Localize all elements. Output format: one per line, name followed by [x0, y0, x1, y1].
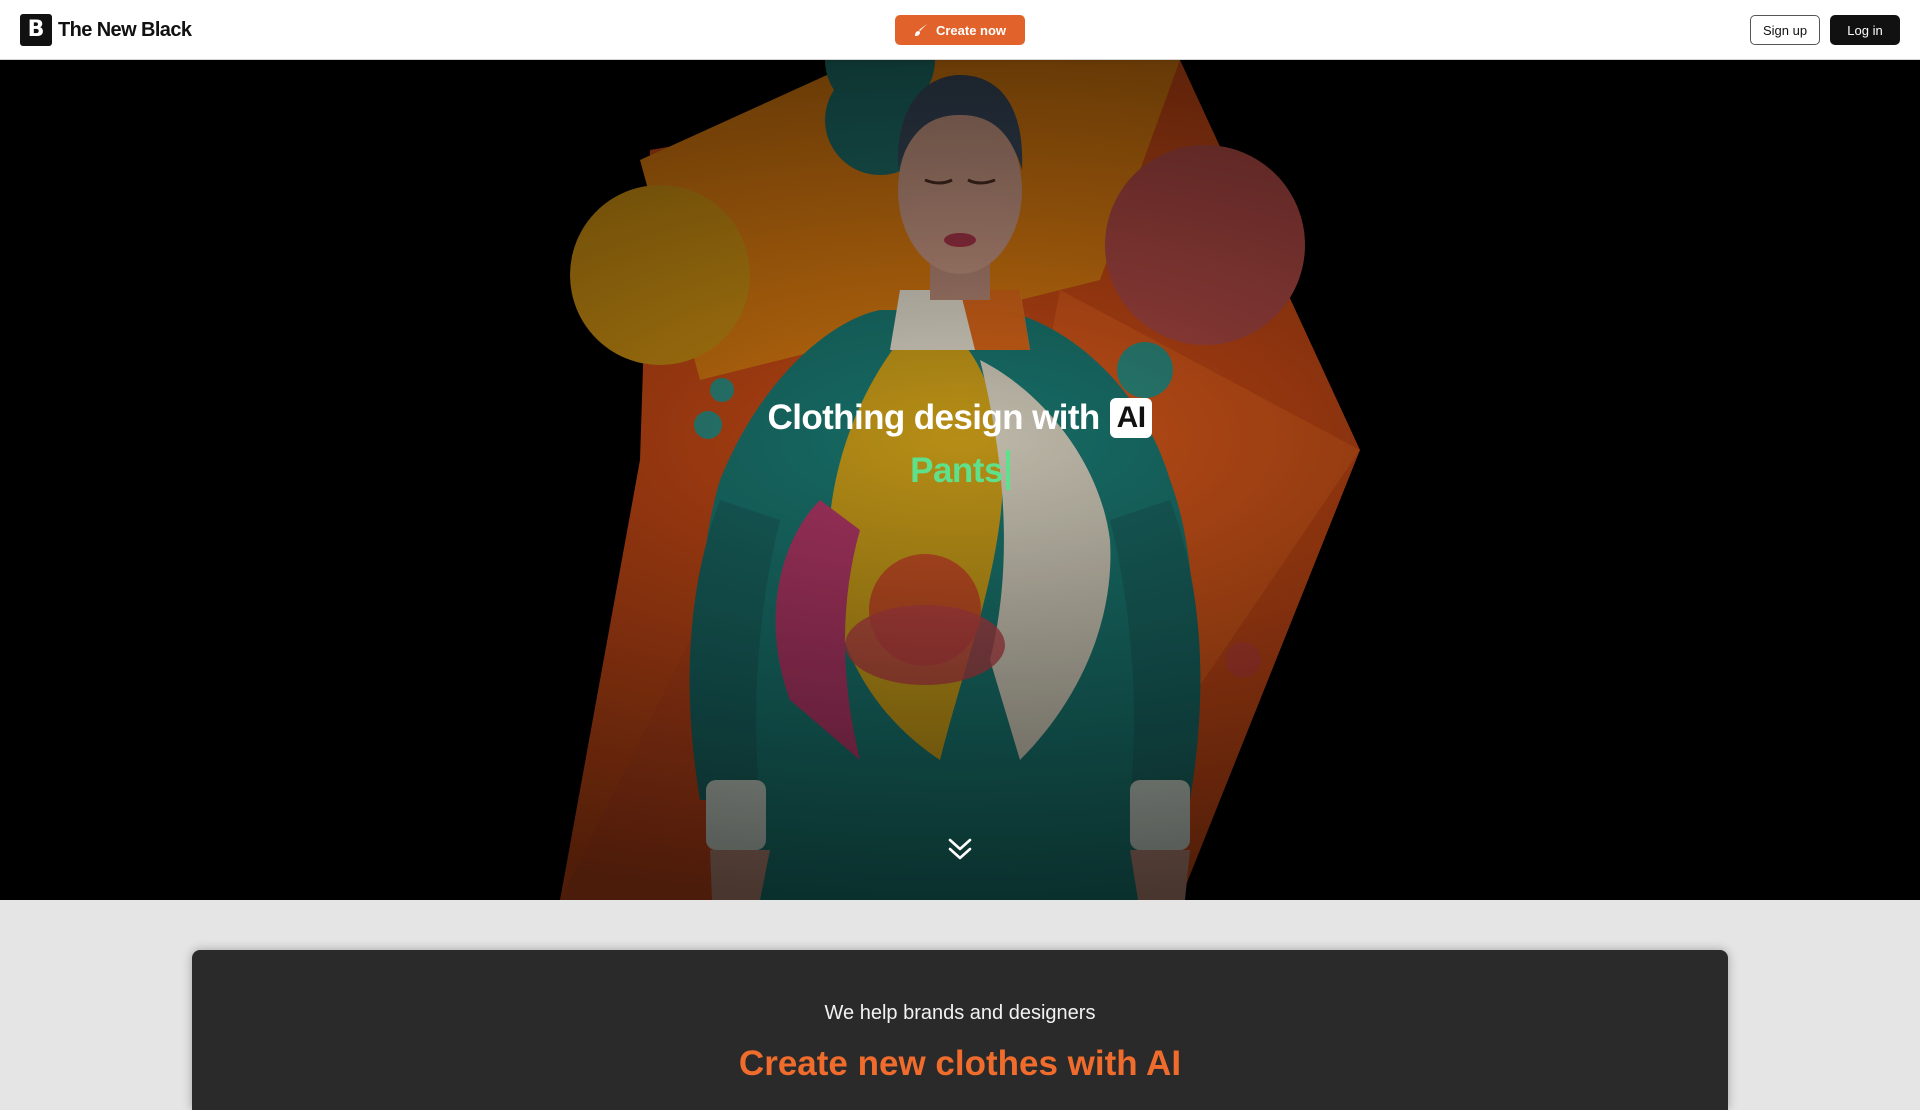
logo-icon: B [20, 14, 52, 46]
hero-title-text: Clothing design with [767, 398, 1101, 437]
sign-up-button[interactable]: Sign up [1750, 15, 1820, 45]
hero-section: Clothing design with AI Pants [0, 60, 1920, 900]
ai-badge: AI [1109, 398, 1153, 438]
intro-subtitle: We help brands and designers [824, 1002, 1096, 1024]
top-nav: B The New Black Create now Sign up Log i… [0, 0, 1920, 60]
intro-title: Create new clothes with AI [738, 1044, 1182, 1083]
brand-logo[interactable]: B The New Black [20, 14, 192, 46]
create-now-label: Create now [935, 22, 1007, 38]
intro-panel: We help brands and designers Create new … [192, 950, 1728, 1110]
log-in-button[interactable]: Log in [1830, 15, 1900, 45]
hero-rotating-word: Pants [0, 450, 1920, 491]
hero-title: Clothing design with AI [0, 398, 1920, 438]
create-now-button[interactable]: Create now [895, 15, 1025, 45]
typing-cursor [1005, 450, 1010, 490]
brush-icon [914, 24, 927, 36]
hero-rotating-word-text: Pants [910, 451, 1003, 490]
chevron-double-down-icon[interactable] [948, 836, 972, 864]
brand-name: The New Black [58, 18, 192, 41]
